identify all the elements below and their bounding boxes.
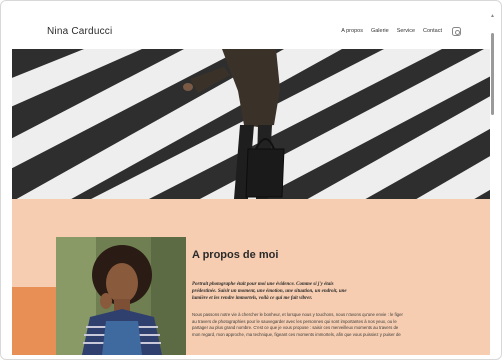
nav-link-contact[interactable]: Contact (423, 28, 442, 34)
browser-window: Nina Carducci A propos Galerie Service C… (0, 0, 502, 360)
hero-image (12, 49, 490, 199)
nav-link-galerie[interactable]: Galerie (371, 28, 389, 34)
hero-photo (12, 49, 490, 199)
site-brand[interactable]: Nina Carducci (47, 26, 112, 37)
main-nav: A propos Galerie Service Contact (341, 26, 461, 36)
page-scrollbar[interactable]: ▲ (490, 13, 495, 353)
instagram-icon[interactable] (452, 26, 461, 36)
about-section: A propos de moi Portrait photographe éta… (12, 199, 490, 355)
about-body-text: Nous passons notre vie à chercher le bon… (192, 312, 403, 337)
portrait-photo (56, 237, 186, 355)
nav-link-service[interactable]: Service (397, 28, 415, 34)
scroll-up-arrow-icon[interactable]: ▲ (490, 13, 495, 19)
nav-link-a-propos[interactable]: A propos (341, 28, 363, 34)
accent-block (12, 287, 56, 355)
scrollbar-thumb[interactable] (491, 33, 494, 115)
about-title: A propos de moi (192, 249, 279, 261)
site-header: Nina Carducci A propos Galerie Service C… (11, 13, 489, 49)
about-lead-text: Portrait photographe était pour moi une … (192, 282, 347, 301)
